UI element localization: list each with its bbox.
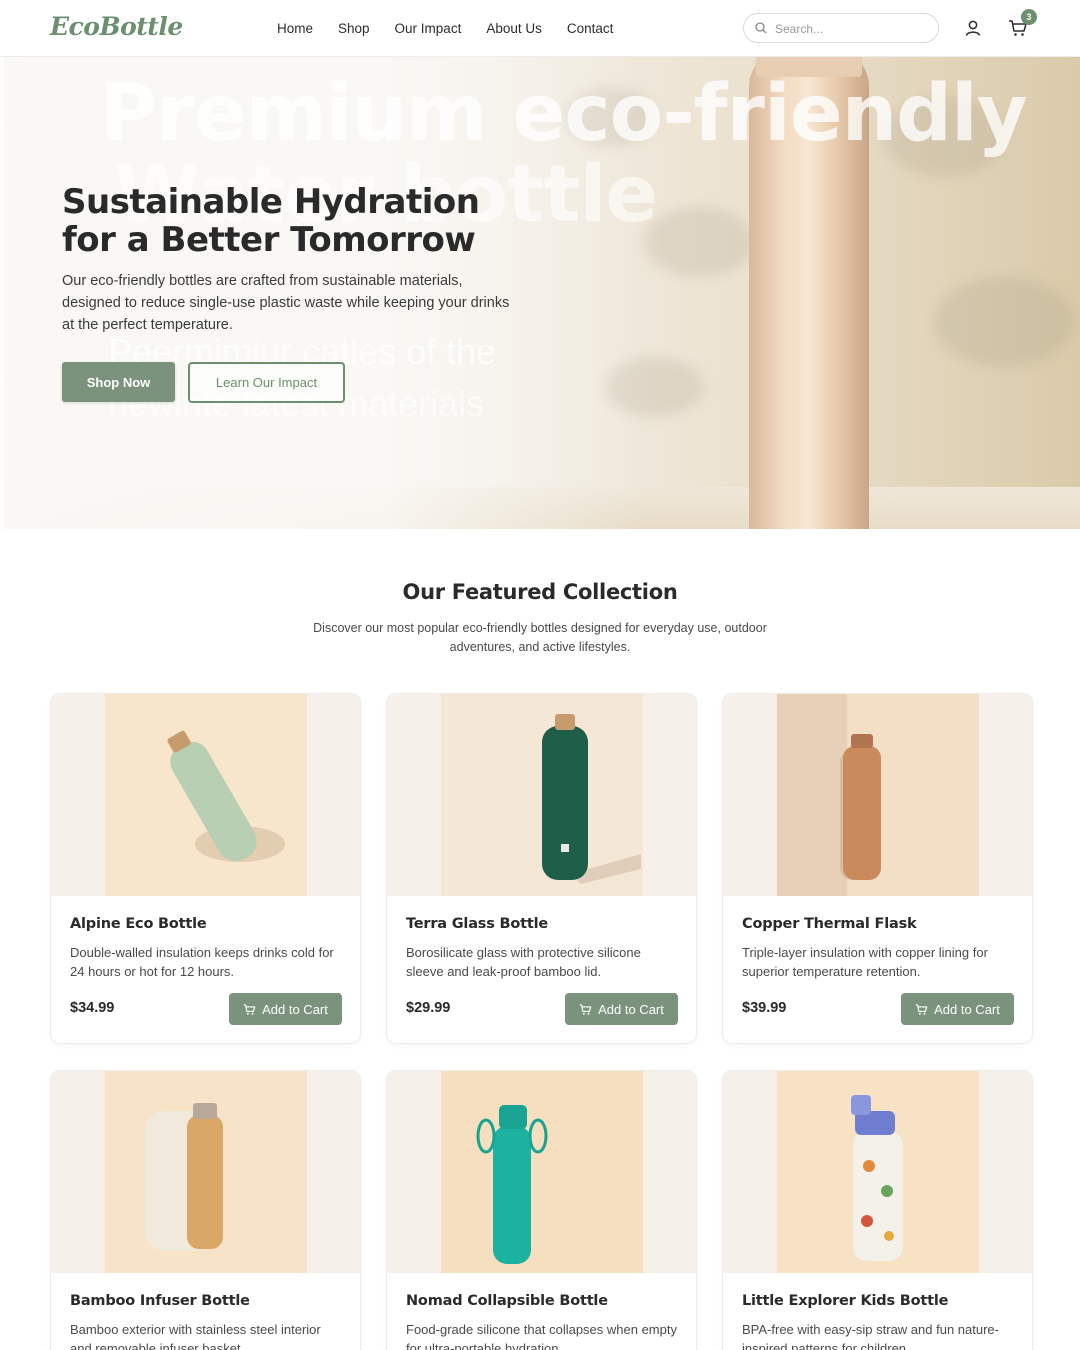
search-box [743, 13, 939, 43]
bottle-illustration [777, 694, 881, 896]
hero-description: Our eco-friendly bottles are crafted fro… [62, 273, 510, 333]
product-name[interactable]: Bamboo Infuser Bottle [70, 1293, 250, 1309]
hero-title: Sustainable Hydration for a Better Tomor… [62, 182, 480, 260]
product-price: $29.99 [406, 1000, 451, 1016]
bottle-illustration [542, 714, 641, 884]
add-to-cart-button[interactable]: Add to Cart [229, 993, 342, 1025]
hero-leaf-shadow [644, 207, 754, 277]
product-image-frame [387, 1071, 696, 1273]
hero-bg-text: Premium eco-friendly [100, 69, 1028, 159]
product-name[interactable]: Terra Glass Bottle [406, 916, 548, 932]
product-price: $34.99 [70, 1000, 115, 1016]
site-header: EcoBottle Home Shop Our Impact About Us … [0, 0, 1080, 57]
bottle-illustration [145, 1103, 223, 1251]
product-card[interactable]: Terra Glass Bottle Borosilicate glass wi… [386, 693, 697, 1044]
main-nav: Home Shop Our Impact About Us Contact [277, 21, 638, 36]
product-card[interactable]: Nomad Collapsible Bottle Food-grade sili… [386, 1070, 697, 1350]
product-image[interactable] [105, 694, 307, 896]
add-to-cart-button[interactable]: Add to Cart [901, 993, 1014, 1025]
product-price: $39.99 [742, 1000, 787, 1016]
product-image[interactable] [777, 694, 979, 896]
bottle-illustration [167, 730, 285, 862]
product-card[interactable]: Little Explorer Kids Bottle BPA-free wit… [722, 1070, 1033, 1350]
product-image-frame [51, 694, 360, 896]
hero-leaf-shadow [934, 277, 1074, 367]
product-image[interactable] [105, 1071, 307, 1273]
product-description: Bamboo exterior with stainless steel int… [70, 1322, 321, 1350]
product-description: Food-grade silicone that collapses when … [406, 1322, 677, 1350]
cart-icon [915, 1003, 928, 1015]
section-subtitle: Discover our most popular eco-friendly b… [313, 621, 767, 654]
cart-icon [579, 1003, 592, 1015]
hero-banner: Premium eco-friendly Water bottle Peermi… [4, 57, 1080, 529]
product-image-frame [723, 1071, 1032, 1273]
nav-about-us[interactable]: About Us [486, 21, 542, 36]
bottle-illustration [476, 1105, 548, 1264]
product-description: Triple-layer insulation with copper lini… [742, 945, 988, 979]
product-image[interactable] [441, 694, 643, 896]
learn-impact-button[interactable]: Learn Our Impact [188, 362, 345, 403]
product-card[interactable]: Copper Thermal Flask Triple-layer insula… [722, 693, 1033, 1044]
product-name[interactable]: Copper Thermal Flask [742, 916, 917, 932]
search-input[interactable] [775, 19, 925, 38]
product-image[interactable] [777, 1071, 979, 1273]
nav-shop[interactable]: Shop [338, 21, 370, 36]
user-icon[interactable] [964, 19, 982, 37]
product-image[interactable] [441, 1071, 643, 1273]
product-description: BPA-free with easy-sip straw and fun nat… [742, 1322, 999, 1350]
add-to-cart-label: Add to Cart [262, 1001, 328, 1017]
cart-icon [243, 1003, 256, 1015]
product-image-frame [387, 694, 696, 896]
product-image-frame [723, 694, 1032, 896]
product-card[interactable]: Alpine Eco Bottle Double-walled insulati… [50, 693, 361, 1044]
nav-contact[interactable]: Contact [567, 21, 614, 36]
nav-home[interactable]: Home [277, 21, 313, 36]
product-card[interactable]: Bamboo Infuser Bottle Bamboo exterior wi… [50, 1070, 361, 1350]
add-to-cart-label: Add to Cart [598, 1001, 664, 1017]
add-to-cart-label: Add to Cart [934, 1001, 1000, 1017]
add-to-cart-button[interactable]: Add to Cart [565, 993, 678, 1025]
bottle-illustration [851, 1095, 903, 1261]
shop-now-button[interactable]: Shop Now [62, 362, 175, 402]
product-description: Double-walled insulation keeps drinks co… [70, 945, 334, 979]
cart-count-badge: 3 [1021, 9, 1037, 25]
nav-our-impact[interactable]: Our Impact [395, 21, 462, 36]
brand-logo[interactable]: EcoBottle [50, 12, 183, 41]
search-icon [755, 22, 767, 34]
product-description: Borosilicate glass with protective silic… [406, 945, 641, 979]
product-name[interactable]: Little Explorer Kids Bottle [742, 1293, 948, 1309]
product-image-frame [51, 1071, 360, 1273]
section-title: Our Featured Collection [402, 580, 678, 604]
product-name[interactable]: Nomad Collapsible Bottle [406, 1293, 608, 1309]
product-name[interactable]: Alpine Eco Bottle [70, 916, 207, 932]
